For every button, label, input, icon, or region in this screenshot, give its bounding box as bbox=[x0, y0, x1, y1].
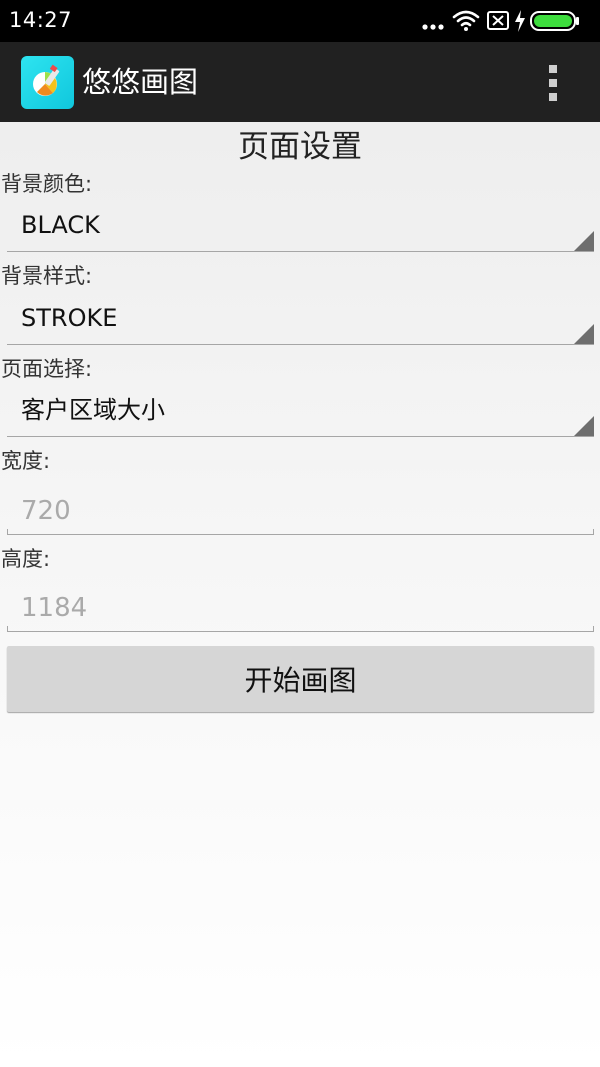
width-value: 720 bbox=[21, 496, 71, 526]
status-icons bbox=[422, 6, 592, 36]
spinner-underline bbox=[7, 251, 594, 252]
status-icons-svg bbox=[422, 10, 579, 32]
status-bar: 14:27 bbox=[0, 0, 600, 42]
app-title: 悠悠画图 bbox=[82, 65, 199, 99]
battery-icon bbox=[530, 11, 579, 31]
overflow-menu-icon[interactable] bbox=[542, 62, 564, 104]
text-field-underline bbox=[7, 534, 594, 535]
height-field[interactable]: 1184 bbox=[7, 580, 594, 632]
background-color-value: BLACK bbox=[21, 211, 100, 239]
text-field-tick-right bbox=[593, 626, 594, 632]
background-color-spinner[interactable]: BLACK bbox=[7, 204, 594, 252]
width-field[interactable]: 720 bbox=[7, 483, 594, 535]
width-label: 宽度: bbox=[1, 449, 51, 473]
background-style-label: 背景样式: bbox=[1, 264, 93, 288]
dropdown-arrow-icon bbox=[574, 324, 594, 344]
page-content: 页面设置 背景颜色: BLACK 背景样式: STROKE 页面选择: 客户区域… bbox=[0, 122, 600, 1067]
page-select-spinner[interactable]: 客户区域大小 bbox=[7, 389, 594, 437]
background-color-label: 背景颜色: bbox=[1, 172, 93, 196]
start-drawing-button[interactable]: 开始画图 bbox=[7, 646, 594, 712]
background-style-spinner[interactable]: STROKE bbox=[7, 297, 594, 345]
dropdown-arrow-icon bbox=[574, 416, 594, 436]
dropdown-arrow-icon bbox=[574, 231, 594, 251]
text-field-tick-right bbox=[593, 529, 594, 535]
text-field-underline bbox=[7, 631, 594, 632]
height-value: 1184 bbox=[21, 593, 88, 623]
page-title: 页面设置 bbox=[238, 129, 362, 165]
text-field-tick-left bbox=[7, 529, 8, 535]
status-time: 14:27 bbox=[9, 8, 73, 32]
spinner-underline bbox=[7, 344, 594, 345]
page-select-label: 页面选择: bbox=[1, 357, 93, 381]
height-label: 高度: bbox=[1, 547, 51, 571]
text-field-tick-left bbox=[7, 626, 8, 632]
spinner-underline bbox=[7, 436, 594, 437]
wifi-icon bbox=[452, 10, 480, 31]
page-select-value: 客户区域大小 bbox=[21, 396, 165, 424]
app-logo-icon bbox=[21, 56, 74, 109]
charging-icon bbox=[515, 10, 525, 32]
background-style-value: STROKE bbox=[21, 304, 118, 332]
sim-card-icon bbox=[487, 11, 509, 30]
app-bar: 悠悠画图 bbox=[0, 42, 600, 122]
signal-dots-icon bbox=[422, 24, 444, 30]
